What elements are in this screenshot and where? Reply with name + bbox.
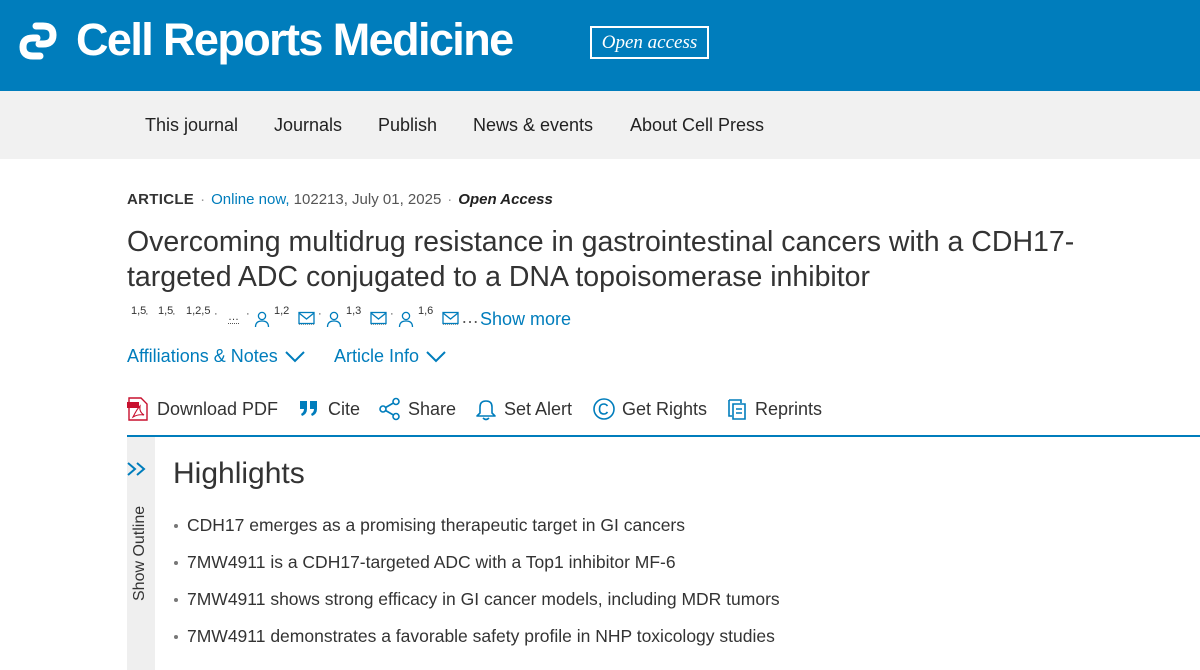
email-icon[interactable] xyxy=(298,311,315,325)
show-outline-label[interactable]: Show Outline xyxy=(131,506,148,601)
author-affiliation-sup[interactable]: 1,5 xyxy=(158,305,173,317)
chevron-down-icon xyxy=(285,351,305,363)
set-alert-label: Set Alert xyxy=(504,399,573,419)
get-rights-label: Get Rights xyxy=(622,399,708,419)
person-icon[interactable] xyxy=(254,311,270,328)
journal-brand[interactable]: Cell Reports Medicine xyxy=(76,14,514,66)
author-separator: · xyxy=(390,308,394,320)
nav-news-events[interactable]: News & events xyxy=(473,115,593,135)
highlights-heading: Highlights xyxy=(173,457,305,490)
top-header: Cell Reports Medicine Open access xyxy=(0,0,1200,91)
download-pdf-button[interactable]: Download PDF xyxy=(127,396,283,422)
author-affiliation-sup[interactable]: 1,2 xyxy=(274,305,289,317)
more-authors-ellipsis[interactable]: … xyxy=(228,311,239,324)
show-more-authors-link[interactable]: Show more xyxy=(480,309,571,329)
author-affiliation-sup[interactable]: 1,2,5 xyxy=(186,305,210,317)
toolbar-divider xyxy=(127,435,1200,437)
cite-button[interactable]: Cite xyxy=(298,396,362,422)
email-icon[interactable] xyxy=(370,311,387,325)
set-alert-button[interactable]: Set Alert xyxy=(474,396,576,422)
bell-icon xyxy=(476,400,496,421)
nav-publish[interactable]: Publish xyxy=(378,115,437,135)
reprints-button[interactable]: Reprints xyxy=(725,396,825,422)
article-info-label: Article Info xyxy=(334,346,420,366)
cite-label: Cite xyxy=(328,399,361,419)
reprints-label: Reprints xyxy=(755,399,823,419)
author-affiliation-sup[interactable]: 1,3 xyxy=(346,305,361,317)
open-access-badge: Open access xyxy=(590,26,709,59)
person-icon[interactable] xyxy=(326,311,342,328)
article-title: Overcoming multidrug resistance in gastr… xyxy=(127,226,1075,293)
email-icon[interactable] xyxy=(442,311,459,325)
share-button[interactable]: Share xyxy=(378,396,458,422)
affiliations-notes-label: Affiliations & Notes xyxy=(127,346,278,366)
author-affiliation-sup[interactable]: 1,5 xyxy=(131,305,146,317)
copyright-icon xyxy=(593,398,615,420)
article-type: ARTICLE xyxy=(127,191,195,208)
get-rights-button[interactable]: Get Rights xyxy=(592,396,710,422)
affiliations-notes-toggle[interactable]: Affiliations & Notes xyxy=(127,345,306,367)
article-info-toggle[interactable]: Article Info xyxy=(334,345,447,367)
article-meta: ARTICLE · Online now, 102213, July 01, 202… xyxy=(127,191,553,209)
reprints-icon xyxy=(728,399,746,420)
authors-ellipsis: … xyxy=(461,307,479,327)
nav-about-cell-press[interactable]: About Cell Press xyxy=(630,115,764,135)
author-affiliation-sup[interactable]: 1,6 xyxy=(418,305,433,317)
double-chevron-right-icon xyxy=(127,462,146,476)
list-item: CDH17 emerges as a promising therapeutic… xyxy=(173,514,780,551)
highlights-list: CDH17 emerges as a promising therapeutic… xyxy=(173,514,780,662)
nav-journals[interactable]: Journals xyxy=(274,115,342,135)
cell-press-logo-icon[interactable] xyxy=(16,19,60,63)
chevron-down-icon xyxy=(426,351,446,363)
meta-separator: · xyxy=(447,191,453,208)
open-access-label: Open Access xyxy=(458,191,553,208)
share-icon xyxy=(379,397,400,421)
author-separator: · xyxy=(318,308,322,320)
list-item: 7MW4911 is a CDH17-targeted ADC with a T… xyxy=(173,551,780,588)
download-pdf-label: Download PDF xyxy=(157,399,279,419)
list-item: 7MW4911 demonstrates a favorable safety … xyxy=(173,625,780,662)
quote-icon xyxy=(300,401,317,416)
meta-separator: · xyxy=(200,191,206,208)
author-separator: · xyxy=(172,308,176,320)
person-icon[interactable] xyxy=(398,311,414,328)
pdf-icon xyxy=(127,397,148,421)
list-item: 7MW4911 shows strong efficacy in GI canc… xyxy=(173,588,780,625)
nav-this-journal[interactable]: This journal xyxy=(145,115,238,135)
citation-info: 102213, July 01, 2025 xyxy=(293,191,442,208)
share-label: Share xyxy=(408,399,457,419)
author-separator: · xyxy=(246,308,250,320)
main-nav: This journal Journals Publish News & eve… xyxy=(0,91,1200,159)
author-separator: · xyxy=(145,308,149,320)
author-separator: · xyxy=(214,308,218,320)
online-now-link[interactable]: Online now, xyxy=(211,191,289,208)
